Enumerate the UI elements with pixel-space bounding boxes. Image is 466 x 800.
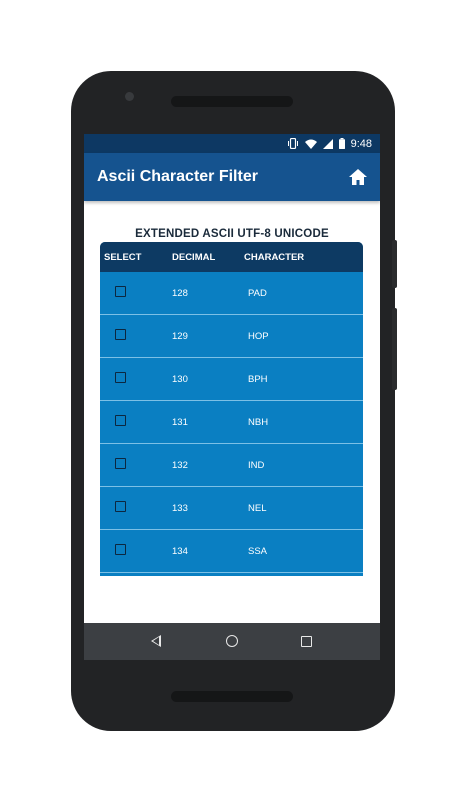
bottom-speaker [171,691,293,702]
recents-icon[interactable] [301,636,312,647]
character-cell: NBH [248,417,269,428]
row-checkbox[interactable] [115,286,126,297]
app-bar: Ascii Character Filter [84,153,380,201]
top-speaker [171,96,293,107]
decimal-cell: 130 [172,374,188,385]
row-checkbox[interactable] [115,458,126,469]
header-select: SELECT [104,252,142,263]
decimal-cell: 131 [172,417,188,428]
status-bar: 9:48 [84,134,380,153]
signal-icon [322,138,333,149]
nav-bar [84,623,380,660]
character-cell: PAD [248,288,267,299]
home-circle-icon[interactable] [226,635,238,647]
character-cell: IND [248,460,265,471]
app-title: Ascii Character Filter [97,168,258,185]
vibrate-icon [287,138,298,149]
decimal-cell: 132 [172,460,188,471]
decimal-cell: 133 [172,503,188,514]
decimal-cell: 128 [172,288,188,299]
row-checkbox[interactable] [115,415,126,426]
home-icon[interactable] [348,167,368,187]
power-button [392,240,397,288]
row-checkbox[interactable] [115,329,126,340]
header-character: CHARACTER [244,252,305,263]
table-title: EXTENDED ASCII UTF-8 UNICODE [135,228,329,240]
table-row[interactable]: 133 NEL [100,487,363,530]
front-camera [125,92,134,101]
decimal-cell: 129 [172,331,188,342]
row-checkbox[interactable] [115,544,126,555]
table-body: 128 PAD 129 HOP 130 BPH 131 NBH 132 IND … [100,272,363,573]
table-row[interactable]: 129 HOP [100,315,363,358]
table-row[interactable]: 134 SSA [100,530,363,573]
table-row[interactable]: 131 NBH [100,401,363,444]
character-cell: SSA [248,546,268,557]
table-row[interactable]: 128 PAD [100,272,363,315]
character-cell: BPH [248,374,268,385]
content-area: EXTENDED ASCII UTF-8 UNICODE SELECT DECI… [84,201,380,623]
screen: 9:48 Ascii Character Filter EXTENDED ASC… [84,134,380,660]
status-time: 9:48 [350,137,372,150]
table-row[interactable]: 130 BPH [100,358,363,401]
character-cell: HOP [248,331,269,342]
ascii-table: SELECT DECIMAL CHARACTER 128 PAD 129 HOP… [100,242,363,576]
table-row[interactable]: 132 IND [100,444,363,487]
back-icon[interactable] [151,635,161,647]
volume-button [392,308,397,390]
battery-icon [338,138,345,149]
wifi-icon [304,139,317,149]
decimal-cell: 134 [172,546,188,557]
character-cell: NEL [248,503,267,514]
header-decimal: DECIMAL [172,252,216,263]
row-checkbox[interactable] [115,372,126,383]
row-checkbox[interactable] [115,501,126,512]
table-header: SELECT DECIMAL CHARACTER [100,242,363,272]
